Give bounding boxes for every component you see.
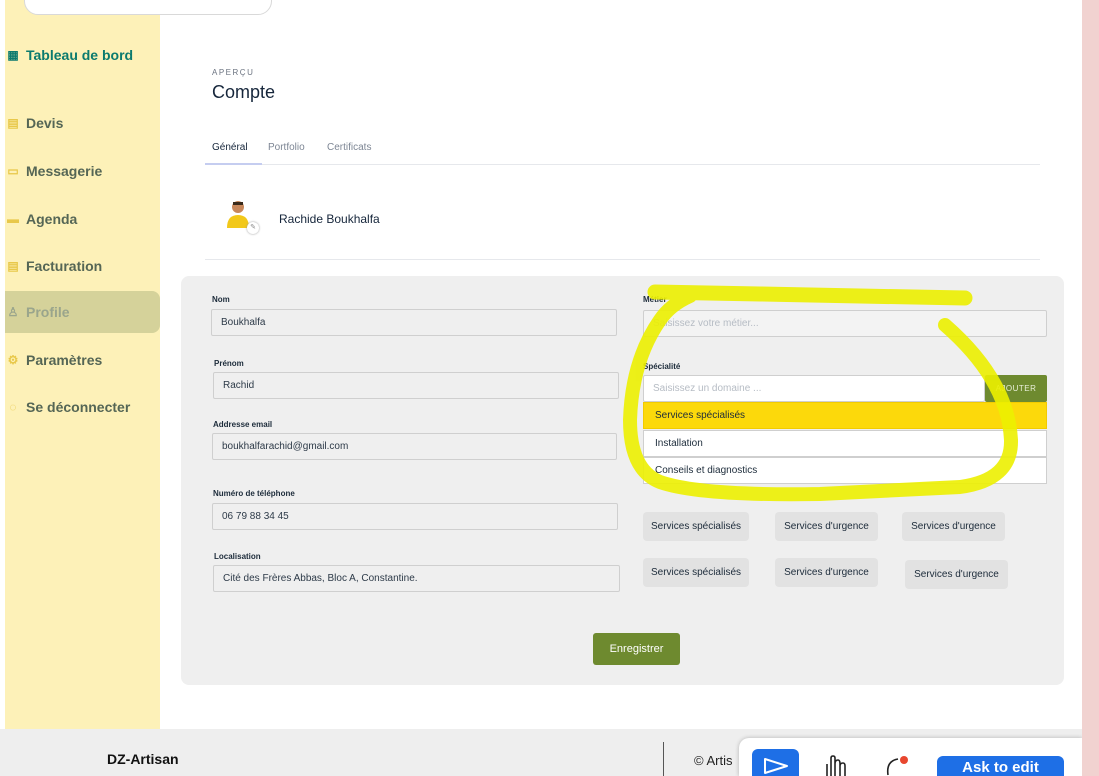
right-edge-strip [1082, 0, 1099, 776]
location-label: Localisation [214, 552, 261, 561]
sidebar-item-label: Profile [26, 304, 70, 320]
send-button[interactable] [752, 749, 799, 776]
document-icon: ▤ [7, 116, 19, 130]
tab-general[interactable]: Général [212, 142, 248, 153]
tab-certificats[interactable]: Certificats [327, 142, 371, 153]
pencil-icon[interactable]: ✎ [247, 222, 259, 234]
metier-label: Métier [643, 295, 667, 304]
prenom-label: Prénom [214, 359, 244, 368]
top-card [24, 0, 272, 15]
invoice-icon: ▤ [7, 259, 19, 273]
sidebar-item-agenda[interactable]: ▬ Agenda [5, 204, 160, 234]
send-icon [764, 758, 788, 774]
sidebar-item-messagerie[interactable]: ▭ Messagerie [5, 156, 160, 186]
page-overline: APERÇU [212, 68, 255, 77]
sidebar-item-label: Se déconnecter [26, 399, 131, 415]
grid-icon: ▦ [7, 48, 19, 62]
specialite-label: Spécialité [643, 362, 681, 371]
sidebar-item-parametres[interactable]: ⚙ Paramètres [5, 345, 160, 375]
specialite-input[interactable]: Saisissez un domaine ... [643, 375, 985, 402]
profile-name: Rachide Boukhalfa [279, 212, 380, 226]
specialty-chip[interactable]: Services d'urgence [775, 558, 878, 587]
nom-input[interactable]: Boukhalfa [211, 309, 617, 336]
sidebar-item-label: Paramètres [26, 352, 103, 368]
sidebar-item-label: Messagerie [26, 163, 103, 179]
sidebar-item-label: Devis [26, 115, 64, 131]
phone-label: Numéro de téléphone [213, 489, 295, 498]
footer-divider [663, 742, 664, 776]
email-label: Addresse email [213, 420, 273, 429]
specialty-chip[interactable]: Services d'urgence [775, 512, 878, 541]
profile-row: ✎ Rachide Boukhalfa [205, 190, 1040, 260]
sidebar-item-profile[interactable]: ♙ Profile [5, 291, 160, 333]
calendar-icon: ▬ [7, 212, 19, 226]
logout-icon: ◌ [9, 400, 17, 414]
phone-input[interactable]: 06 79 88 34 45 [212, 503, 618, 530]
app-stage: ▦ Tableau de bord ▤ Devis ▭ Messagerie ▬… [0, 0, 1082, 776]
metier-input[interactable]: Saisissez votre métier... [643, 310, 1047, 337]
specialty-chip[interactable]: Services spécialisés [643, 558, 749, 587]
sidebar-item-facturation[interactable]: ▤ Facturation [5, 251, 160, 281]
tab-bar: Général Portfolio Certificats [205, 138, 1040, 165]
add-specialty-button[interactable]: AJOUTER [985, 375, 1047, 402]
sidebar-item-devis[interactable]: ▤ Devis [5, 108, 160, 138]
sidebar-item-label: Tableau de bord [26, 47, 134, 63]
floating-toolbar: Ask to edit [739, 738, 1082, 776]
dropdown-option[interactable]: Services spécialisés [643, 402, 1047, 429]
email-input[interactable]: boukhalfarachid@gmail.com [212, 433, 617, 460]
page-title: Compte [212, 82, 276, 102]
footer-copyright: © Artis [694, 753, 733, 768]
comment-icon[interactable] [882, 755, 912, 776]
specialty-chip[interactable]: Services d'urgence [902, 512, 1005, 541]
dropdown-option[interactable]: Installation [643, 430, 1047, 457]
gear-icon: ⚙ [7, 353, 19, 367]
dropdown-option[interactable]: Conseils et diagnostics [643, 457, 1047, 484]
active-tab-indicator [205, 163, 262, 165]
sidebar-item-label: Facturation [26, 258, 103, 274]
user-icon: ♙ [7, 305, 19, 319]
footer-brand: DZ-Artisan [107, 751, 179, 767]
hand-icon[interactable] [819, 755, 853, 776]
save-button[interactable]: Enregistrer [593, 633, 680, 665]
specialty-chip[interactable]: Services spécialisés [643, 512, 749, 541]
sidebar-item-label: Agenda [26, 211, 78, 227]
location-input[interactable]: Cité des Frères Abbas, Bloc A, Constanti… [213, 565, 620, 592]
tab-portfolio[interactable]: Portfolio [268, 142, 305, 153]
ask-to-edit-button[interactable]: Ask to edit [937, 756, 1064, 776]
sidebar-item-dashboard[interactable]: ▦ Tableau de bord [5, 40, 160, 70]
prenom-input[interactable]: Rachid [213, 372, 619, 399]
sidebar: ▦ Tableau de bord ▤ Devis ▭ Messagerie ▬… [5, 0, 160, 729]
nom-label: Nom [212, 295, 230, 304]
chat-icon: ▭ [7, 164, 19, 178]
sidebar-item-logout[interactable]: ◌ Se déconnecter [5, 392, 160, 422]
specialty-chip[interactable]: Services d'urgence [905, 560, 1008, 589]
